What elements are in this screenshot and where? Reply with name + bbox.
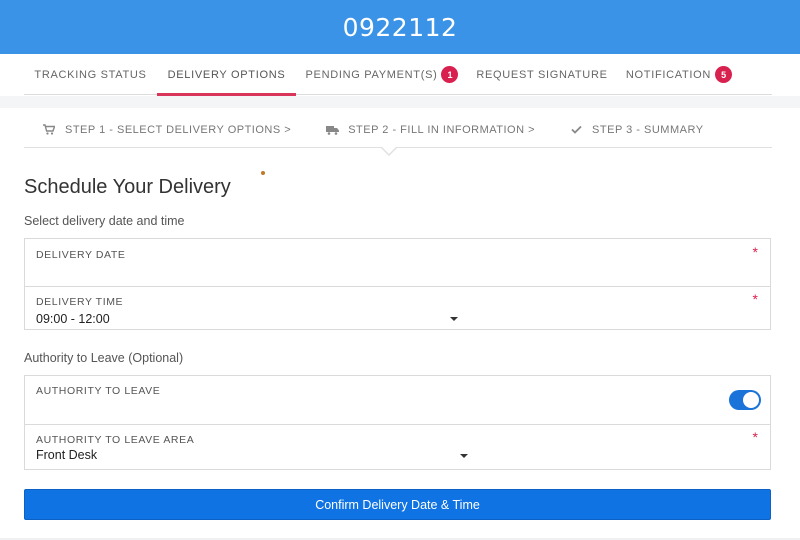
check-icon — [569, 124, 583, 136]
tab-pending-payments[interactable]: PENDING PAYMENT(S) 1 — [296, 54, 468, 95]
tab-bar: TRACKING STATUS DELIVERY OPTIONS PENDING… — [24, 54, 772, 96]
authority-to-leave-toggle[interactable] — [729, 390, 761, 410]
required-marker: * — [752, 244, 758, 260]
tab-tracking-status[interactable]: TRACKING STATUS — [24, 54, 157, 95]
delivery-time-label: DELIVERY TIME — [36, 296, 124, 308]
authority-area-value: Front Desk — [36, 448, 98, 462]
delivery-time-value: 09:00 - 12:00 — [36, 312, 110, 326]
notification-badge: 5 — [715, 66, 733, 83]
toggle-knob — [743, 392, 759, 408]
delivery-time-select[interactable]: DELIVERY TIME * 09:00 - 12:00 — [24, 286, 771, 330]
step-label: STEP 2 - FILL IN INFORMATION > — [348, 123, 536, 136]
step-3[interactable]: STEP 3 - SUMMARY — [569, 124, 704, 136]
header-bar: 0922112 — [0, 0, 800, 54]
tab-delivery-options[interactable]: DELIVERY OPTIONS — [157, 54, 296, 96]
decorative-dot — [261, 171, 265, 175]
required-marker: * — [752, 291, 758, 307]
step-indicator-notch — [381, 147, 397, 156]
tab-label: TRACKING STATUS — [34, 68, 147, 81]
delivery-date-field[interactable]: DELIVERY DATE * — [24, 238, 771, 287]
step-progress: STEP 1 - SELECT DELIVERY OPTIONS > STEP … — [24, 112, 772, 148]
step-1[interactable]: STEP 1 - SELECT DELIVERY OPTIONS > — [42, 124, 291, 136]
divider-band — [0, 96, 800, 108]
authority-section-label: Authority to Leave (Optional) — [24, 351, 184, 365]
tab-label: NOTIFICATION — [625, 68, 712, 81]
tab-request-signature[interactable]: REQUEST SIGNATURE — [468, 54, 616, 95]
required-marker: * — [752, 429, 758, 445]
tab-label: REQUEST SIGNATURE — [476, 68, 608, 81]
cart-icon — [42, 124, 56, 136]
tracking-number-title: 0922112 — [342, 12, 458, 42]
chevron-down-icon[interactable] — [460, 454, 468, 458]
authority-area-label: AUTHORITY TO LEAVE AREA — [36, 434, 195, 446]
step-2[interactable]: STEP 2 - FILL IN INFORMATION > — [325, 124, 535, 136]
step-label: STEP 3 - SUMMARY — [592, 123, 704, 136]
tab-notification[interactable]: NOTIFICATION 5 — [616, 54, 742, 95]
chevron-down-icon[interactable] — [450, 317, 458, 321]
page-title: Schedule Your Delivery — [24, 176, 231, 198]
truck-icon — [325, 124, 339, 136]
confirm-delivery-button[interactable]: Confirm Delivery Date & Time — [24, 489, 771, 520]
tab-label: PENDING PAYMENT(S) — [305, 68, 438, 81]
authority-to-leave-field: AUTHORITY TO LEAVE — [24, 375, 771, 425]
delivery-date-label: DELIVERY DATE — [36, 249, 126, 261]
tab-label: DELIVERY OPTIONS — [167, 68, 286, 81]
step-label: STEP 1 - SELECT DELIVERY OPTIONS > — [65, 123, 292, 136]
pending-payments-badge: 1 — [441, 66, 459, 83]
authority-to-leave-area-select[interactable]: AUTHORITY TO LEAVE AREA * Front Desk — [24, 424, 771, 470]
date-time-section-label: Select delivery date and time — [24, 214, 185, 228]
authority-to-leave-label: AUTHORITY TO LEAVE — [36, 385, 161, 397]
